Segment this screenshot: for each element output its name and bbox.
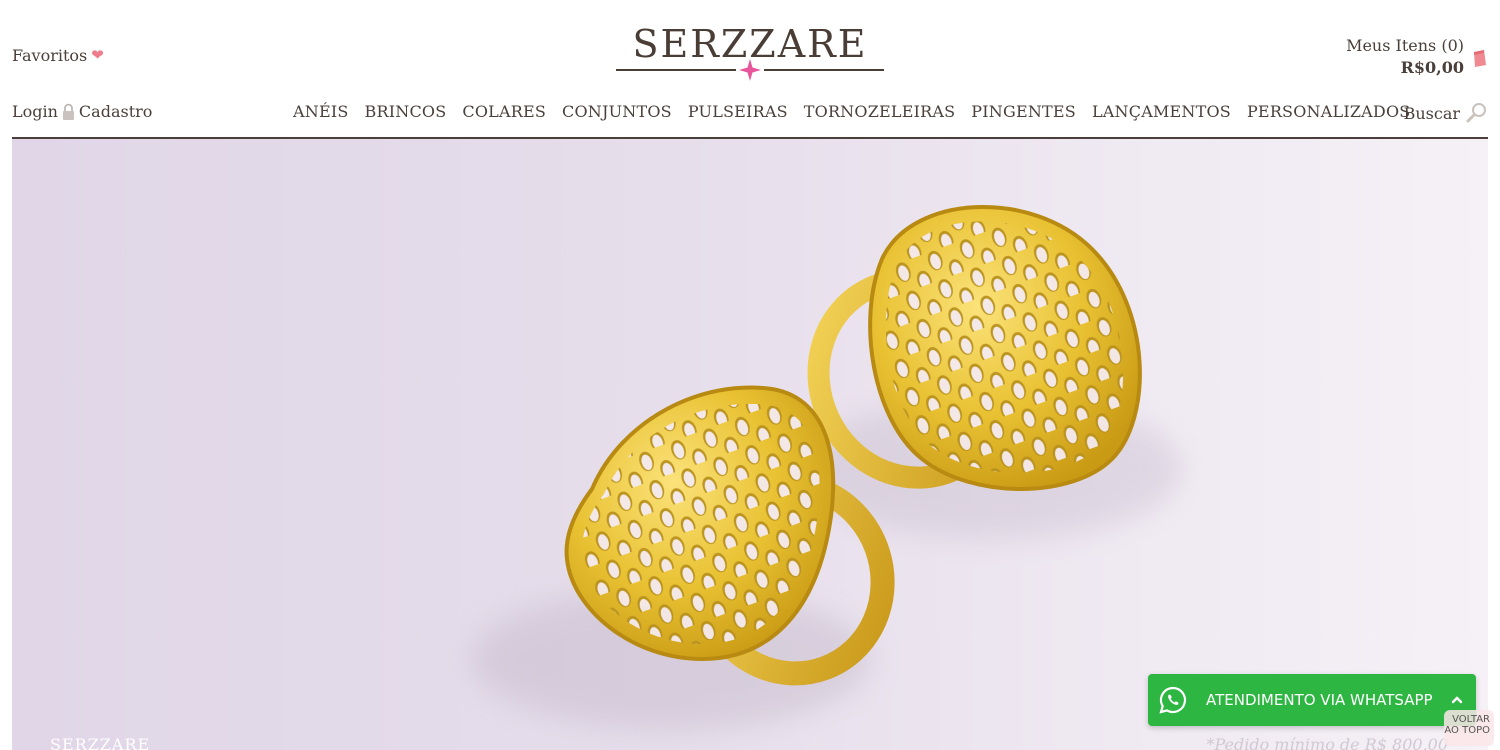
heart-icon: ❤ <box>91 46 104 64</box>
main-nav: ANÉIS BRINCOS COLARES CONJUNTOS PULSEIRA… <box>285 102 1418 121</box>
nav-item-pingentes[interactable]: PINGENTES <box>963 102 1084 121</box>
brand-logo[interactable]: SERZZARE <box>612 24 888 82</box>
whatsapp-support-button[interactable]: ATENDIMENTO VIA WHATSAPP <box>1148 674 1476 726</box>
search-label: Buscar <box>1403 103 1460 123</box>
hero-banner[interactable]: SERZZARE *Pedido mínimo de R$ 800,00 <box>12 139 1488 750</box>
back-to-top-line1: VOLTAR <box>1452 714 1490 725</box>
chevron-up-icon[interactable] <box>1450 693 1464 707</box>
logo-rule-right <box>764 69 884 71</box>
favorites-link[interactable]: Favoritos ❤ <box>12 46 104 65</box>
back-to-top-line2: AO TOPO <box>1444 725 1490 736</box>
cart-total: R$0,00 <box>1400 58 1464 77</box>
hero-min-order-note: *Pedido mínimo de R$ 800,00 <box>1206 735 1448 750</box>
hero-brand-text: SERZZARE <box>50 735 151 750</box>
whatsapp-icon <box>1159 686 1187 714</box>
gold-rings-image <box>472 204 1182 729</box>
nav-item-tornozeleiras[interactable]: TORNOZELEIRAS <box>796 102 964 121</box>
nav-item-aneis[interactable]: ANÉIS <box>285 102 357 121</box>
nav-item-personalizados[interactable]: PERSONALIZADOS <box>1239 102 1418 121</box>
nav-item-colares[interactable]: COLARES <box>454 102 554 121</box>
cart-label: Meus Itens (0) <box>1346 36 1464 55</box>
lock-icon <box>62 103 74 120</box>
back-to-top-button[interactable]: VOLTAR AO TOPO <box>1444 710 1494 746</box>
nav-item-conjuntos[interactable]: CONJUNTOS <box>554 102 680 121</box>
shopping-bag-icon[interactable] <box>1472 48 1486 68</box>
nav-item-brincos[interactable]: BRINCOS <box>357 102 455 121</box>
logo-rule-left <box>616 69 736 71</box>
nav-item-pulseiras[interactable]: PULSEIRAS <box>680 102 796 121</box>
auth-links: Login Cadastro <box>12 102 152 121</box>
nav-item-lancamentos[interactable]: LANÇAMENTOS <box>1084 102 1239 121</box>
search-trigger[interactable]: Buscar <box>1404 102 1488 124</box>
login-link[interactable]: Login <box>12 102 58 121</box>
sparkle-icon <box>739 59 761 81</box>
whatsapp-label: ATENDIMENTO VIA WHATSAPP <box>1206 691 1433 709</box>
brand-logo-text: SERZZARE <box>632 22 868 66</box>
favorites-label: Favoritos <box>12 46 88 65</box>
magnifier-icon <box>1466 103 1486 123</box>
signup-link[interactable]: Cadastro <box>79 102 152 121</box>
site-header: Favoritos ❤ SERZZARE Meus Itens (0) R$0,… <box>0 0 1500 139</box>
cart-summary[interactable]: Meus Itens (0) R$0,00 <box>1346 36 1464 77</box>
